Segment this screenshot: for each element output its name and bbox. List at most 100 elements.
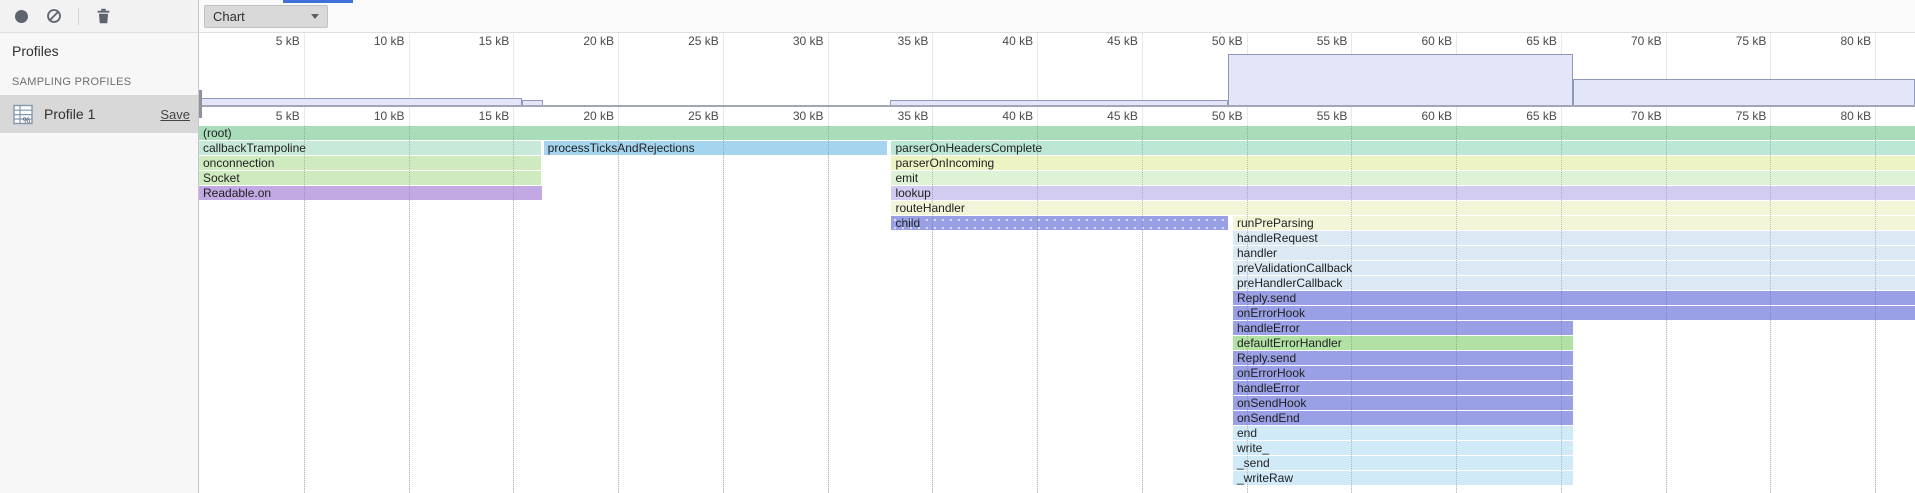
flame-bar-label: parserOnHeadersComplete: [891, 141, 1042, 155]
flame-bar-label: write_: [1233, 441, 1269, 455]
flame-row: handler: [199, 246, 1915, 261]
flame-bar-label: (root): [199, 126, 232, 140]
flame-bar-processticksandrejections[interactable]: processTicksAndRejections: [544, 141, 888, 155]
axis-tick-label: 55 kB: [1317, 34, 1352, 48]
flame-bar-label: handleRequest: [1233, 231, 1318, 245]
save-profile-link[interactable]: Save: [160, 107, 190, 122]
flame-bar-callbacktrampoline[interactable]: callbackTrampoline: [199, 141, 541, 155]
overview-step: [1228, 54, 1574, 105]
flame-bar-writeraw[interactable]: _writeRaw: [1233, 471, 1573, 485]
top-accent-strip: [283, 0, 353, 3]
flame-row: end: [199, 426, 1915, 441]
axis-tick-label: 5 kB: [276, 34, 304, 48]
axis-tick-label: 60 kB: [1421, 109, 1456, 123]
flame-bar-socket[interactable]: Socket: [199, 171, 541, 185]
flame-bar-parseronheaderscomplete[interactable]: parserOnHeadersComplete: [891, 141, 1915, 155]
trash-icon: [96, 8, 111, 24]
flame-bar-label: preHandlerCallback: [1233, 276, 1342, 290]
flame-bar-label: Reply.send: [1233, 351, 1296, 365]
flame-chart-panel: 5 kB10 kB15 kB20 kB25 kB30 kB35 kB40 kB4…: [199, 33, 1915, 493]
flame-row: Reply.send: [199, 291, 1915, 306]
axis-tick-label: 75 kB: [1736, 109, 1771, 123]
delete-profile-button[interactable]: [94, 7, 112, 25]
view-mode-select[interactable]: Chart: [204, 5, 328, 28]
flame-row: write_: [199, 441, 1915, 456]
flame-bar-runpreparsing[interactable]: runPreParsing: [1233, 216, 1915, 230]
flame-bar-send[interactable]: _send: [1233, 456, 1573, 470]
flame-bar-handleerror[interactable]: handleError: [1233, 381, 1573, 395]
flame-bar-label: Socket: [199, 171, 240, 185]
flame-rows: (root)callbackTrampolineprocessTicksAndR…: [199, 126, 1915, 486]
flame-bar-routehandler[interactable]: routeHandler: [891, 201, 1915, 215]
profiles-sidebar: Profiles SAMPLING PROFILES % Profile 1 S…: [0, 33, 199, 493]
flame-row: (root): [199, 126, 1915, 141]
overview-ruler: 5 kB10 kB15 kB20 kB25 kB30 kB35 kB40 kB4…: [199, 34, 1915, 48]
view-mode-value: Chart: [213, 9, 245, 24]
axis-tick-label: 40 kB: [1002, 109, 1037, 123]
flame-bar-readable-on[interactable]: Readable.on: [199, 186, 542, 200]
flame-bar-label: Reply.send: [1233, 291, 1296, 305]
flame-bar-label: runPreParsing: [1233, 216, 1314, 230]
flame-row: onconnection parserOnIncoming: [199, 156, 1915, 171]
axis-tick-label: 20 kB: [583, 109, 618, 123]
flame-bar-child[interactable]: child: [891, 216, 1227, 230]
flame-bar-reply-send[interactable]: Reply.send: [1233, 291, 1915, 305]
flame-bar-label: _send: [1233, 456, 1270, 470]
flame-bar-onerrorhook[interactable]: onErrorHook: [1233, 306, 1915, 320]
clear-button[interactable]: [45, 7, 63, 25]
profiler-toolbar: [0, 0, 199, 32]
flame-bar-handlerequest[interactable]: handleRequest: [1233, 231, 1915, 245]
flame-bar-prehandlercallback[interactable]: preHandlerCallback: [1233, 276, 1915, 290]
flame-bar-onerrorhook[interactable]: onErrorHook: [1233, 366, 1573, 380]
flame-bar-handleerror[interactable]: handleError: [1233, 321, 1573, 335]
flame-bar-label: onSendHook: [1233, 396, 1306, 410]
flame-bar-emit[interactable]: emit: [891, 171, 1915, 185]
axis-tick-label: 50 kB: [1212, 109, 1247, 123]
flame-row: preValidationCallback: [199, 261, 1915, 276]
axis-tick-label: 30 kB: [793, 34, 828, 48]
flame-bar-lookup[interactable]: lookup: [891, 186, 1915, 200]
flame-bar-parseronincoming[interactable]: parserOnIncoming: [891, 156, 1915, 170]
flame-bar-defaulterrorhandler[interactable]: defaultErrorHandler: [1233, 336, 1573, 350]
overview-scroll-thumb[interactable]: [199, 90, 202, 118]
flame-bar-onconnection[interactable]: onconnection: [199, 156, 541, 170]
flame-bar-prevalidationcallback[interactable]: preValidationCallback: [1233, 261, 1915, 275]
flame-bar-onsendend[interactable]: onSendEnd: [1233, 411, 1573, 425]
flame-bar-label: defaultErrorHandler: [1233, 336, 1342, 350]
record-icon: [15, 10, 28, 23]
flame-bar-write[interactable]: write_: [1233, 441, 1573, 455]
axis-tick-label: 50 kB: [1212, 34, 1247, 48]
axis-tick-label: 35 kB: [898, 34, 933, 48]
svg-text:%: %: [23, 116, 30, 125]
overview-step: [1573, 79, 1915, 105]
flame-bar-end[interactable]: end: [1233, 426, 1573, 440]
flame-row: Reply.send: [199, 351, 1915, 366]
flame-bar-label: onSendEnd: [1233, 411, 1300, 425]
flame-bar-label: parserOnIncoming: [891, 156, 994, 170]
profile-name: Profile 1: [44, 106, 95, 122]
flame-bar-label: preValidationCallback: [1233, 261, 1352, 275]
flame-bar-root[interactable]: (root): [199, 126, 1915, 140]
axis-tick-label: 80 kB: [1841, 34, 1876, 48]
profile-item[interactable]: % Profile 1 Save: [0, 95, 198, 133]
flame-bar-onsendhook[interactable]: onSendHook: [1233, 396, 1573, 410]
flame-row: Socket emit: [199, 171, 1915, 186]
axis-tick-label: 65 kB: [1526, 109, 1561, 123]
flame-row: handleError: [199, 381, 1915, 396]
axis-tick-label: 10 kB: [374, 109, 409, 123]
record-button[interactable]: [12, 7, 30, 25]
flame-row: callbackTrampolineprocessTicksAndRejecti…: [199, 141, 1915, 156]
flame-bar-reply-send[interactable]: Reply.send: [1233, 351, 1573, 365]
flame-row: handleRequest: [199, 231, 1915, 246]
flame-bar-label: lookup: [891, 186, 930, 200]
flame-bar-handler[interactable]: handler: [1233, 246, 1915, 260]
flame-row: child runPreParsing: [199, 216, 1915, 231]
axis-tick-label: 45 kB: [1107, 34, 1142, 48]
flame-bar-label: handleError: [1233, 321, 1300, 335]
flame-row: onErrorHook: [199, 306, 1915, 321]
axis-tick-label: 70 kB: [1631, 34, 1666, 48]
sampling-profiles-heading: SAMPLING PROFILES: [12, 76, 198, 88]
flame-bar-label: onErrorHook: [1233, 366, 1305, 380]
axis-tick-label: 35 kB: [898, 109, 933, 123]
flame-row: routeHandler: [199, 201, 1915, 216]
